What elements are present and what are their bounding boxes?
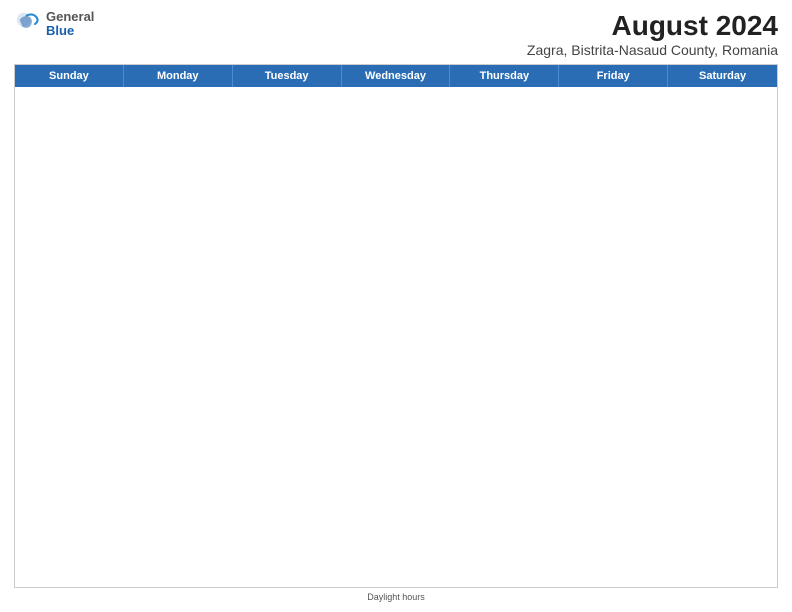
- calendar-body: [15, 87, 777, 587]
- cal-header-saturday: Saturday: [668, 65, 777, 87]
- calendar: SundayMondayTuesdayWednesdayThursdayFrid…: [14, 64, 778, 588]
- logo-text: General Blue: [46, 10, 94, 39]
- cal-header-thursday: Thursday: [450, 65, 559, 87]
- page: General Blue August 2024 Zagra, Bistrita…: [0, 0, 792, 612]
- cal-header-sunday: Sunday: [15, 65, 124, 87]
- logo-blue: Blue: [46, 24, 94, 38]
- cal-header-wednesday: Wednesday: [342, 65, 451, 87]
- header: General Blue August 2024 Zagra, Bistrita…: [14, 10, 778, 58]
- cal-header-tuesday: Tuesday: [233, 65, 342, 87]
- cal-header-monday: Monday: [124, 65, 233, 87]
- logo-general: General: [46, 10, 94, 24]
- footer-note: Daylight hours: [14, 592, 778, 602]
- logo: General Blue: [14, 10, 94, 39]
- calendar-header: SundayMondayTuesdayWednesdayThursdayFrid…: [15, 65, 777, 87]
- page-title: August 2024: [527, 10, 778, 42]
- page-subtitle: Zagra, Bistrita-Nasaud County, Romania: [527, 42, 778, 58]
- cal-header-friday: Friday: [559, 65, 668, 87]
- title-block: August 2024 Zagra, Bistrita-Nasaud Count…: [527, 10, 778, 58]
- logo-icon: [14, 10, 42, 38]
